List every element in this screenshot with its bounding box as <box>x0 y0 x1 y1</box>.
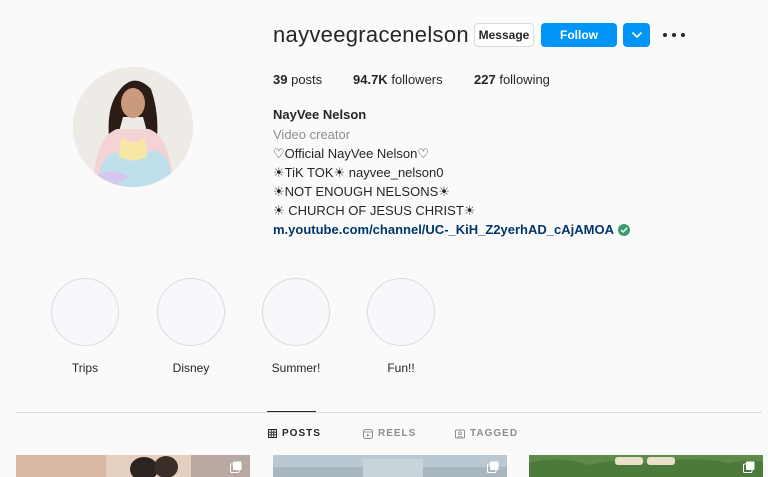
post-image <box>16 455 250 477</box>
post-thumbnail[interactable] <box>16 455 250 477</box>
reels-icon <box>363 428 373 439</box>
bio-line: ☀NOT ENOUGH NELSONS☀ <box>273 184 450 199</box>
bio-line: ♡Official NayVee Nelson♡ <box>273 146 430 161</box>
highlight-label: Summer! <box>271 361 321 375</box>
following-count-value: 227 <box>474 72 496 87</box>
multiple-photos-icon <box>230 461 242 473</box>
highlight-cover <box>262 278 330 346</box>
more-options-icon[interactable] <box>663 26 685 44</box>
highlight-cover <box>51 278 119 346</box>
bio-website-link-text: m.youtube.com/channel/UC-_KiH_Z2yerhAD_c… <box>273 222 614 237</box>
dot <box>681 33 685 37</box>
verified-check-icon <box>617 223 630 236</box>
highlight-cover <box>157 278 225 346</box>
posts-count-label: posts <box>291 72 323 87</box>
multiple-photos-icon <box>487 461 499 473</box>
posts-count-value: 39 <box>273 72 288 87</box>
highlight-label: Fun!! <box>387 361 415 375</box>
chevron-down-icon <box>631 32 642 38</box>
tabs-divider <box>16 412 762 413</box>
suggested-accounts-button[interactable] <box>623 23 650 47</box>
posts-count: 39 posts <box>273 72 322 87</box>
profile-username: nayveegracenelson <box>273 22 469 47</box>
active-tab-indicator <box>267 411 316 412</box>
followers-link[interactable]: 94.7K followers <box>353 72 443 87</box>
message-button[interactable]: Message <box>474 23 534 47</box>
following-count-label: following <box>499 72 550 87</box>
highlight-fun[interactable]: Fun!! <box>367 278 435 375</box>
post-image <box>273 455 507 477</box>
profile-category: Video creator <box>273 127 351 142</box>
multiple-photos-icon <box>743 461 755 473</box>
tab-reels-label: REELS <box>378 428 417 439</box>
post-image <box>529 455 763 477</box>
post-thumbnail[interactable] <box>273 455 507 477</box>
highlight-label: Disney <box>172 361 210 375</box>
tagged-icon <box>455 429 465 438</box>
highlight-disney[interactable]: Disney <box>157 278 225 375</box>
followers-count-value: 94.7K <box>353 72 388 87</box>
profile-full-name: NayVee Nelson <box>273 107 367 122</box>
bio-line: ☀ CHURCH OF JESUS CHRIST☀ <box>273 203 476 218</box>
tab-reels[interactable]: REELS <box>363 428 416 439</box>
highlight-cover <box>367 278 435 346</box>
dot <box>672 33 676 37</box>
highlight-summer[interactable]: Summer! <box>262 278 330 375</box>
tab-tagged[interactable]: TAGGED <box>455 428 518 439</box>
highlight-label: Trips <box>71 361 99 375</box>
grid-icon <box>268 429 277 438</box>
follow-button[interactable]: Follow <box>541 23 617 47</box>
avatar-photo <box>73 67 193 187</box>
dot <box>663 33 667 37</box>
tab-tagged-label: TAGGED <box>470 428 519 439</box>
tab-posts[interactable]: POSTS <box>268 428 321 439</box>
bio-line: ☀TiK TOK☀ nayvee_nelson0 <box>273 165 444 180</box>
tab-posts-label: POSTS <box>282 428 321 439</box>
profile-avatar[interactable] <box>73 67 193 187</box>
followers-count-label: followers <box>391 72 443 87</box>
following-link[interactable]: 227 following <box>474 72 550 87</box>
bio-website-link[interactable]: m.youtube.com/channel/UC-_KiH_Z2yerhAD_c… <box>273 222 630 237</box>
highlight-trips[interactable]: Trips <box>51 278 119 375</box>
post-thumbnail[interactable] <box>529 455 763 477</box>
